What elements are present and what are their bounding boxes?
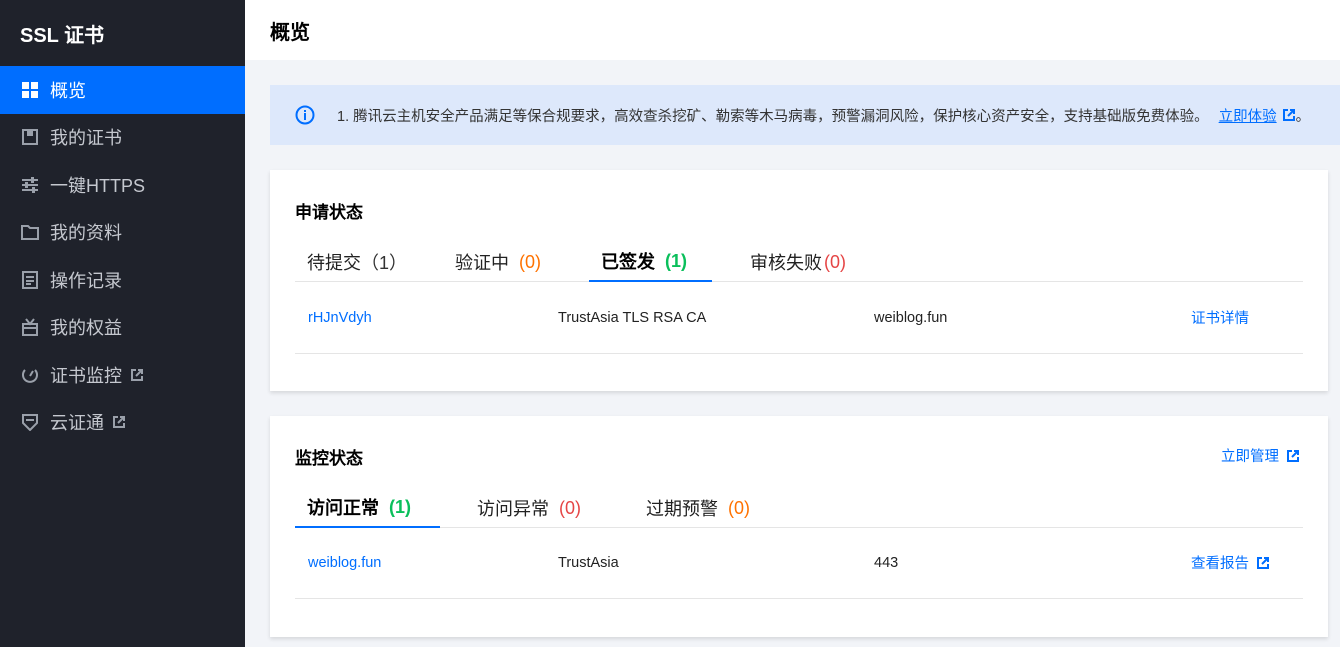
tab-count: (0) [559, 497, 581, 518]
tab-count: (0) [824, 251, 846, 272]
page-header: 概览 [245, 0, 1340, 60]
tab-access-abnormal[interactable]: 访问异常 (0) [465, 488, 581, 528]
sidebar-item-one-click-https[interactable]: 一键HTTPS [0, 161, 245, 209]
card-title: 申请状态 [295, 203, 363, 222]
tab-access-normal[interactable]: 访问正常 (1) [295, 488, 440, 528]
tab-label: 访问正常 [307, 498, 379, 518]
card-title: 监控状态 [295, 449, 363, 468]
sidebar-item-overview[interactable]: 概览 [0, 66, 245, 114]
sidebar-item-label: 概览 [50, 80, 86, 101]
page-title: 概览 [270, 21, 310, 44]
tab-label: 已签发 [601, 252, 655, 272]
notice-text: 1. 腾讯云主机安全产品满足等保合规要求，高效查杀挖矿、勒索等木马病毒，预警漏洞… [337, 108, 1209, 125]
log-icon [20, 270, 40, 290]
tab-count: （1） [361, 253, 408, 273]
cert-domain: weiblog.fun [874, 309, 948, 326]
cert-ca: TrustAsia TLS RSA CA [558, 309, 707, 326]
sidebar-item-label: 云证通 [50, 413, 104, 434]
monitor-domain-link[interactable]: weiblog.fun [308, 527, 381, 598]
monitor-status-tabs: 访问正常 (1) 访问异常 (0) 过期预警 (0) [295, 488, 1303, 528]
monitor-brand: TrustAsia [558, 554, 619, 571]
tab-label: 访问异常 [477, 499, 549, 519]
application-status-card: 申请状态 待提交 （1） 验证中 (0) 已签发 (1) 审核失败 (0) rHJnVd… [270, 170, 1328, 391]
tab-review-failed[interactable]: 审核失败 (0) [738, 242, 846, 282]
tab-label: 过期预警 [646, 499, 718, 519]
view-report-label: 查看报告 [1191, 556, 1249, 572]
application-status-tabs: 待提交 （1） 验证中 (0) 已签发 (1) 审核失败 (0) [295, 242, 1303, 282]
sidebar-item-label: 我的资料 [50, 223, 122, 244]
sidebar-item-label: 我的权益 [50, 318, 122, 339]
sidebar-item-label: 证书监控 [50, 365, 122, 386]
monitor-port: 443 [874, 554, 899, 571]
sidebar-item-label: 操作记录 [50, 270, 122, 291]
notice-suffix: 。 [1295, 108, 1311, 125]
monitor-status-card: 监控状态 立即管理 访问正常 (1) 访问异常 (0) 过期预警 (0) weiblo… [270, 416, 1328, 637]
sidebar: SSL 证书 概览 我的证书 一键HTTPS 我的资料 操作记录 我的权益 证书… [0, 0, 245, 647]
notice-banner: 1. 腾讯云主机安全产品满足等保合规要求，高效查杀挖矿、勒索等木马病毒，预警漏洞… [270, 85, 1340, 145]
tab-count: (0) [728, 497, 750, 518]
tab-verifying[interactable]: 验证中 (0) [443, 242, 541, 282]
sidebar-item-cloud-cert[interactable]: 云证通 [0, 399, 245, 447]
cert-details-link[interactable]: 证书详情 [1191, 282, 1249, 353]
tab-count: (0) [519, 251, 541, 272]
sidebar-item-my-certificates[interactable]: 我的证书 [0, 114, 245, 162]
sidebar-item-my-rights[interactable]: 我的权益 [0, 304, 245, 352]
sidebar-item-operation-log[interactable]: 操作记录 [0, 256, 245, 304]
manage-now-label: 立即管理 [1221, 449, 1279, 465]
tab-count: (1) [665, 250, 687, 271]
info-icon [295, 105, 315, 125]
tab-pending-submit[interactable]: 待提交 （1） [295, 242, 407, 282]
sidebar-item-label: 一键HTTPS [50, 175, 146, 196]
app-title: SSL 证书 [20, 24, 105, 47]
notice-try-now-link[interactable]: 立即体验 [1219, 105, 1277, 126]
tab-label: 验证中 [455, 253, 509, 273]
tab-issued[interactable]: 已签发 (1) [589, 242, 712, 282]
sidebar-item-my-materials[interactable]: 我的资料 [0, 209, 245, 257]
monitor-icon [20, 365, 40, 385]
sidebar-item-cert-monitor[interactable]: 证书监控 [0, 351, 245, 399]
external-link-icon [1286, 449, 1300, 463]
tab-expiry-warning[interactable]: 过期预警 (0) [634, 488, 750, 528]
tab-count: (1) [389, 496, 411, 517]
sliders-icon [20, 175, 40, 195]
gift-icon [20, 317, 40, 337]
sidebar-item-label: 我的证书 [50, 128, 122, 149]
table-row: rHJnVdyh TrustAsia TLS RSA CA weiblog.fu… [295, 282, 1303, 354]
shield-icon [20, 412, 40, 432]
view-report-link[interactable]: 查看报告 [1191, 527, 1270, 598]
external-link-icon [112, 415, 126, 429]
manage-now-link[interactable]: 立即管理 [1221, 445, 1300, 466]
external-link-icon[interactable] [1282, 108, 1296, 122]
table-row: weiblog.fun TrustAsia 443 查看报告 [295, 527, 1303, 599]
external-link-icon [1256, 556, 1270, 570]
cert-id-link[interactable]: rHJnVdyh [308, 282, 372, 353]
folder-icon [20, 222, 40, 242]
grid-icon [20, 80, 40, 100]
tab-label: 审核失败 [750, 253, 822, 273]
tab-label: 待提交 [307, 253, 361, 273]
certificate-icon [20, 127, 40, 147]
external-link-icon [130, 368, 144, 382]
